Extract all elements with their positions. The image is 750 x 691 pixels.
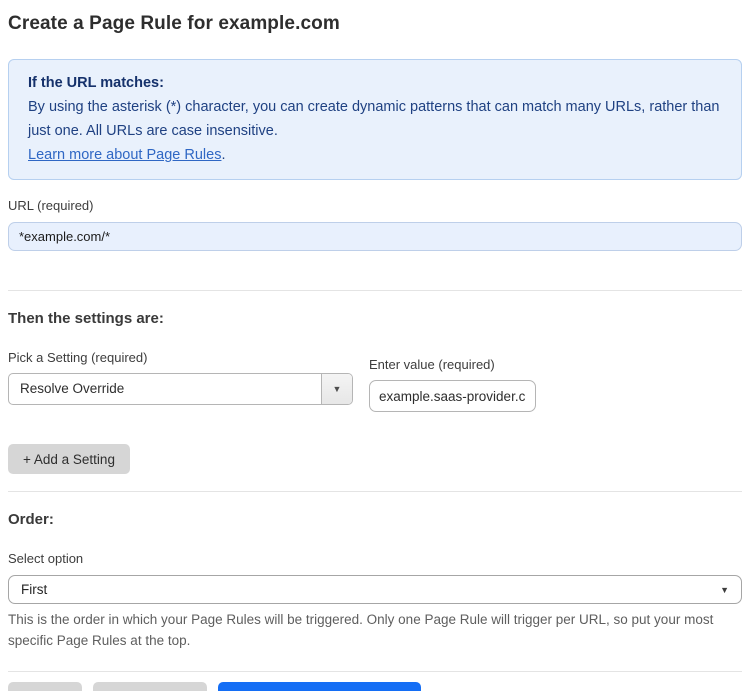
setting-select-arrow-button[interactable]: ▼	[321, 374, 352, 404]
url-field-label: URL (required)	[8, 198, 94, 213]
setting-select-label: Pick a Setting (required)	[8, 350, 148, 365]
link-suffix: .	[221, 147, 226, 163]
setting-value-input[interactable]	[369, 380, 536, 412]
info-box-link-line: Learn more about Page Rules.	[28, 143, 722, 167]
order-section-heading: Order:	[8, 511, 54, 528]
save-and-deploy-button[interactable]: Save and Deploy Page Rule	[217, 682, 422, 691]
divider	[8, 671, 742, 672]
add-setting-button[interactable]: + Add a Setting	[8, 444, 130, 474]
info-box-heading: If the URL matches:	[28, 75, 164, 91]
chevron-down-icon: ▼	[332, 384, 342, 394]
chevron-down-icon: ▼	[720, 584, 729, 595]
order-select-dropdown[interactable]: First ▼	[8, 575, 742, 604]
setting-select-dropdown[interactable]: Resolve Override ▼	[8, 373, 353, 405]
url-match-info-box: If the URL matches: By using the asteris…	[8, 59, 742, 180]
setting-select-value: Resolve Override	[20, 381, 125, 396]
divider	[8, 290, 742, 291]
page-rule-form: Create a Page Rule for example.com If th…	[0, 0, 750, 691]
url-input[interactable]	[8, 222, 742, 251]
page-title: Create a Page Rule for example.com	[8, 13, 340, 34]
cancel-button[interactable]: Cancel	[8, 682, 83, 691]
setting-value-column: Enter value (required)	[369, 334, 536, 412]
settings-section-heading: Then the settings are:	[8, 310, 164, 327]
order-help-text: This is the order in which your Page Rul…	[8, 612, 714, 648]
order-select-value: First	[21, 582, 48, 597]
order-select-label: Select option	[8, 551, 84, 566]
divider	[8, 491, 742, 492]
footer-actions: Cancel Save as Draft Save and Deploy Pag…	[8, 682, 742, 691]
settings-row: Pick a Setting (required) Resolve Overri…	[8, 327, 742, 412]
setting-select-column: Pick a Setting (required) Resolve Overri…	[8, 327, 353, 405]
info-box-body: By using the asterisk (*) character, you…	[28, 99, 720, 139]
setting-value-label: Enter value (required)	[369, 357, 495, 372]
save-as-draft-button[interactable]: Save as Draft	[93, 682, 207, 691]
learn-more-link[interactable]: Learn more about Page Rules	[28, 147, 221, 163]
